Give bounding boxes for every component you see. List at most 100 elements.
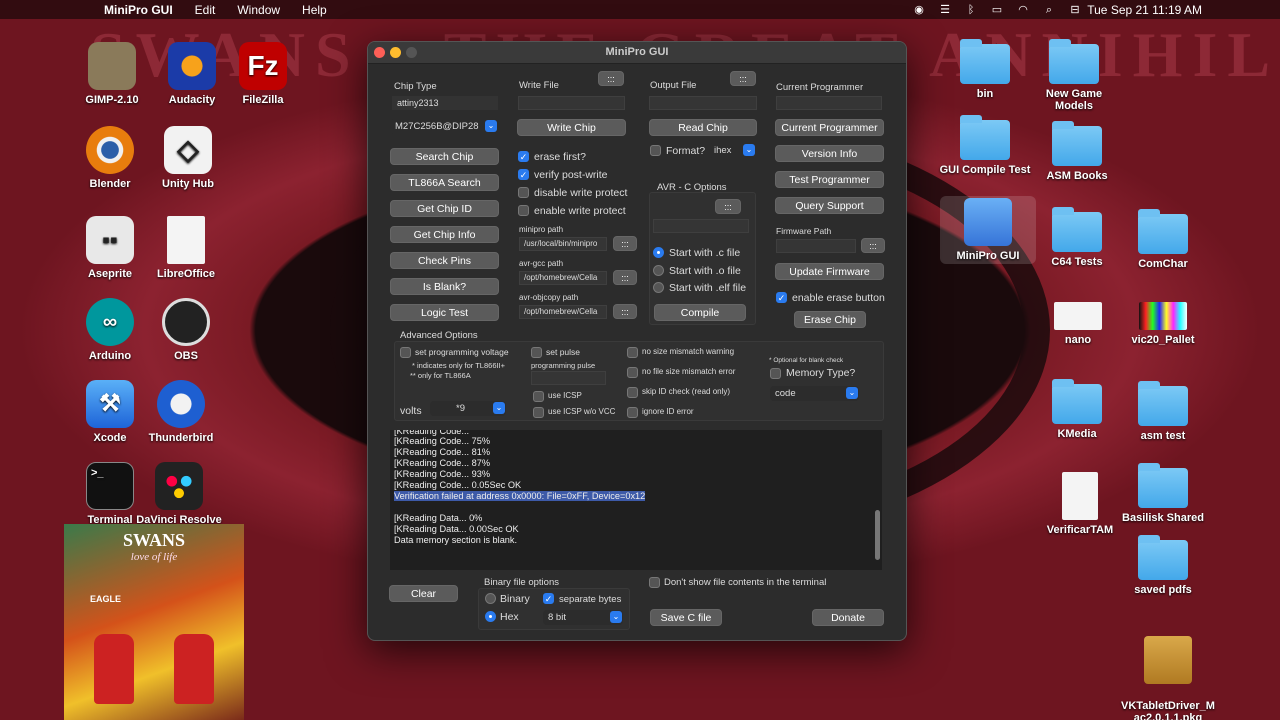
avrgcc-path-browse-button[interactable]: ::: <box>613 270 637 285</box>
get-chip-id-button[interactable]: Get Chip ID <box>390 200 499 217</box>
desktop-icon-filezilla[interactable]: Fz FileZilla <box>215 42 311 106</box>
avrobjcopy-path-browse-button[interactable]: ::: <box>613 304 637 319</box>
creative-cloud-icon[interactable]: ◉ <box>912 4 926 16</box>
no-file-size-mismatch-checkbox[interactable] <box>627 367 638 378</box>
folder-icon <box>1138 209 1188 254</box>
check-pins-button[interactable]: Check Pins <box>390 252 499 269</box>
minipro-path-browse-button[interactable]: ::: <box>613 236 637 251</box>
desktop-icon-unity-hub[interactable]: ◇ Unity Hub <box>140 126 236 190</box>
output-file-browse-button[interactable]: ::: <box>730 71 756 86</box>
menu-help[interactable]: Help <box>291 3 338 17</box>
firmware-browse-button[interactable]: ::: <box>861 238 885 253</box>
menu-app-name[interactable]: MiniPro GUI <box>93 3 184 17</box>
donate-button[interactable]: Donate <box>812 609 884 626</box>
list-icon[interactable]: ☰ <box>938 4 952 16</box>
avr-source-browse-button[interactable]: ::: <box>715 199 741 214</box>
desktop-folder-kmedia[interactable]: KMedia <box>1029 379 1125 440</box>
avrgcc-path-input[interactable]: /opt/homebrew/Cella <box>519 271 607 285</box>
desktop-folder-saved-pdfs[interactable]: saved pdfs <box>1115 535 1211 596</box>
chip-select[interactable]: M27C256B@DIP28 ⌄ <box>390 119 498 134</box>
compile-button[interactable]: Compile <box>654 304 746 321</box>
menu-clock[interactable]: Tue Sep 21 11:19 AM <box>1087 3 1202 17</box>
start-c-radio[interactable] <box>653 247 664 258</box>
logic-test-button[interactable]: Logic Test <box>390 304 499 321</box>
get-chip-info-button[interactable]: Get Chip Info <box>390 226 499 243</box>
set-pulse-checkbox[interactable] <box>531 347 542 358</box>
write-file-input[interactable] <box>518 96 625 110</box>
skip-id-check-checkbox[interactable] <box>627 387 638 398</box>
no-size-mismatch-checkbox[interactable] <box>627 347 638 358</box>
programming-pulse-input[interactable] <box>531 371 606 385</box>
use-icsp-wo-vcc-checkbox[interactable] <box>533 407 544 418</box>
menu-window[interactable]: Window <box>226 3 291 17</box>
verify-post-write-checkbox[interactable]: ✓ <box>518 169 529 180</box>
desktop-folder-basilisk-shared[interactable]: Basilisk Shared <box>1115 463 1211 524</box>
memory-type-select[interactable]: code ⌄ <box>770 386 859 401</box>
write-file-browse-button[interactable]: ::: <box>598 71 624 86</box>
volts-select[interactable]: *9 ⌄ <box>430 401 506 416</box>
minipro-path-input[interactable]: /usr/local/bin/minipro <box>519 237 607 251</box>
dont-show-checkbox[interactable] <box>649 577 660 588</box>
save-c-file-button[interactable]: Save C file <box>650 609 722 626</box>
battery-icon[interactable]: ▭ <box>990 4 1004 16</box>
bit-select[interactable]: 8 bit ⌄ <box>543 610 623 625</box>
output-file-input[interactable] <box>649 96 757 110</box>
desktop-folder-asm-test[interactable]: asm test <box>1115 381 1211 442</box>
update-firmware-button[interactable]: Update Firmware <box>775 263 884 280</box>
is-blank-button[interactable]: Is Blank? <box>390 278 499 295</box>
title-bar[interactable]: MiniPro GUI <box>368 42 906 64</box>
start-elf-radio[interactable] <box>653 282 664 293</box>
current-programmer-button[interactable]: Current Programmer <box>775 119 884 136</box>
erase-first-checkbox[interactable]: ✓ <box>518 151 529 162</box>
enable-erase-checkbox[interactable]: ✓ <box>776 292 787 303</box>
hex-radio[interactable] <box>485 611 496 622</box>
set-prog-voltage-checkbox[interactable] <box>400 347 411 358</box>
version-info-button[interactable]: Version Info <box>775 145 884 162</box>
read-chip-button[interactable]: Read Chip <box>649 119 757 136</box>
desktop-file-vktabletdriver[interactable]: VKTabletDriver_M ac2.0.1.1.pkg <box>1110 624 1226 720</box>
desktop-folder-c64-tests[interactable]: C64 Tests <box>1029 207 1125 268</box>
separate-bytes-checkbox[interactable]: ✓ <box>543 593 554 604</box>
desktop-folder-comchar[interactable]: ComChar <box>1115 209 1211 270</box>
ignore-id-error-checkbox[interactable] <box>627 407 638 418</box>
bluetooth-icon[interactable]: ᛒ <box>964 4 978 16</box>
wifi-icon[interactable]: ◠ <box>1016 4 1030 16</box>
desktop-icon-libreoffice[interactable]: LibreOffice <box>138 216 234 280</box>
terminal-scrollbar[interactable] <box>875 510 880 560</box>
avr-source-input[interactable] <box>653 219 749 233</box>
erase-chip-button[interactable]: Erase Chip <box>794 311 866 328</box>
memory-type-checkbox[interactable] <box>770 368 781 379</box>
desktop-icon-obs[interactable]: OBS <box>138 298 234 362</box>
query-support-button[interactable]: Query Support <box>775 197 884 214</box>
format-checkbox[interactable] <box>650 145 661 156</box>
firmware-path-input[interactable] <box>776 239 856 253</box>
avrobjcopy-path-input[interactable]: /opt/homebrew/Cella <box>519 305 607 319</box>
desktop-folder-new-game-models[interactable]: New Game Models <box>1026 39 1122 112</box>
desktop-file-nano[interactable]: nano <box>1030 302 1126 346</box>
desktop-file-verificartam[interactable]: VerificarTAM <box>1032 472 1128 536</box>
desktop-folder-asm-books[interactable]: ASM Books <box>1029 121 1125 182</box>
desktop-app-minipro-gui[interactable]: MiniPro GUI <box>940 196 1036 264</box>
desktop-folder-gui-compile-test[interactable]: GUI Compile Test <box>937 115 1033 176</box>
desktop-file-vic20-pallet[interactable]: vic20_Pallet <box>1115 302 1211 346</box>
erase-first-label: erase first? <box>534 151 586 163</box>
search-chip-button[interactable]: Search Chip <box>390 148 499 165</box>
clear-button[interactable]: Clear <box>389 585 458 602</box>
tl866a-search-button[interactable]: TL866A Search <box>390 174 499 191</box>
binary-radio[interactable] <box>485 593 496 604</box>
use-icsp-checkbox[interactable] <box>533 391 544 402</box>
start-o-radio[interactable] <box>653 265 664 276</box>
disable-write-protect-checkbox[interactable] <box>518 187 529 198</box>
menu-edit[interactable]: Edit <box>184 3 227 17</box>
control-center-icon[interactable]: ⊟ <box>1068 4 1082 16</box>
desktop-icon-thunderbird[interactable]: Thunderbird <box>133 380 229 444</box>
terminal-output[interactable]: [KReading Code... [KReading Code... 75% … <box>390 430 882 570</box>
chip-type-input[interactable]: attiny2313 <box>392 96 498 110</box>
format-select[interactable]: ihex ⌄ <box>709 143 756 158</box>
enable-write-protect-checkbox[interactable] <box>518 205 529 216</box>
search-icon[interactable]: ⌕ <box>1042 4 1056 16</box>
desktop-icon-davinci[interactable]: DaVinci Resolve <box>131 462 227 526</box>
test-programmer-button[interactable]: Test Programmer <box>775 171 884 188</box>
desktop-folder-bin[interactable]: bin <box>937 39 1033 100</box>
write-chip-button[interactable]: Write Chip <box>517 119 626 136</box>
